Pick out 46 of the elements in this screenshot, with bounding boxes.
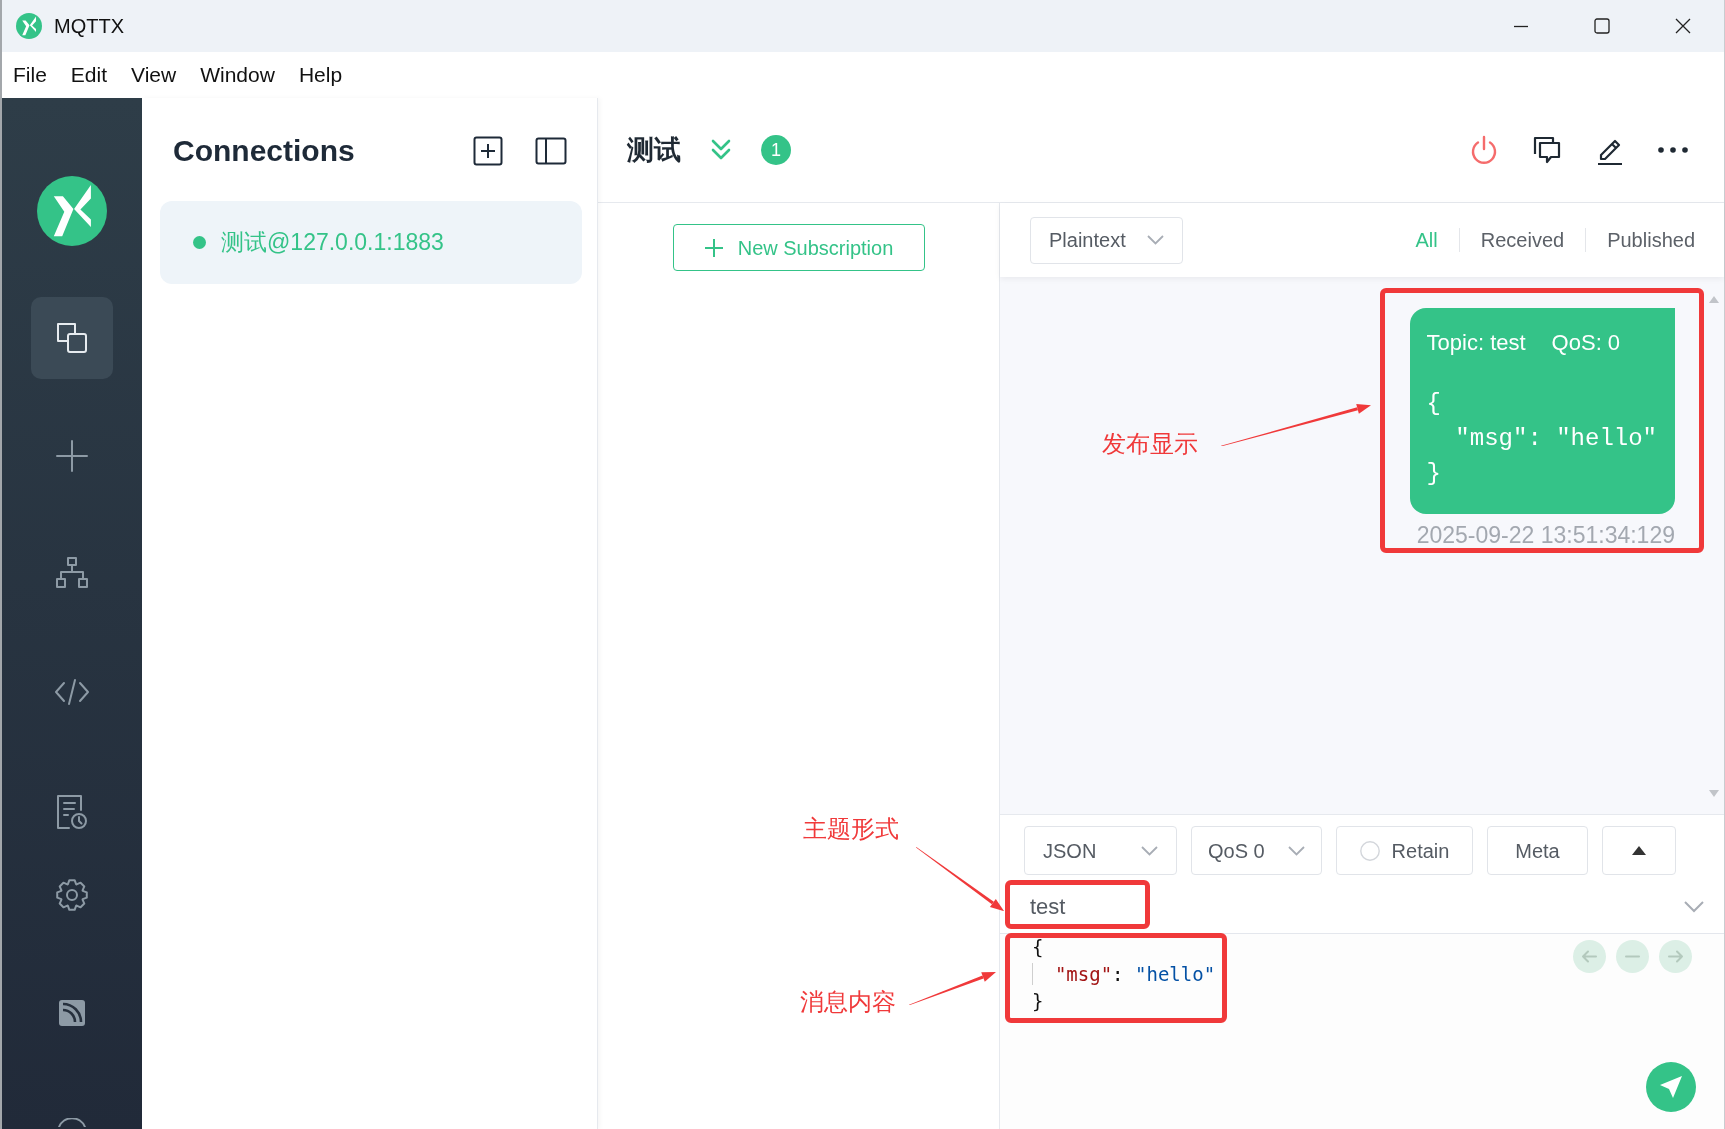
triangle-up-icon <box>1632 846 1646 855</box>
filter-tab[interactable]: Received <box>1458 228 1586 252</box>
plus-icon[interactable] <box>56 440 88 472</box>
maximize-icon[interactable] <box>1594 18 1610 34</box>
more-icon[interactable] <box>1657 146 1689 154</box>
chevron-down-icon <box>1141 845 1158 856</box>
window-title: MQTTX <box>54 14 124 39</box>
document-clock-icon[interactable] <box>54 793 90 831</box>
meta-button[interactable]: Meta <box>1487 826 1588 875</box>
message-qos: QoS: 0 <box>1551 329 1621 357</box>
format-select[interactable]: Plaintext <box>1030 216 1183 264</box>
sidebar-toggle-icon[interactable] <box>535 137 567 165</box>
menu-item[interactable]: Help <box>298 59 343 91</box>
chevron-down-icon <box>1288 845 1305 856</box>
signal-icon[interactable] <box>58 999 86 1027</box>
connection-name: 测试@127.0.0.1:1883 <box>221 228 444 258</box>
close-icon[interactable] <box>1675 18 1691 34</box>
logo-icon <box>16 13 42 39</box>
message-payload: { "msg": "hello" } <box>1426 389 1657 489</box>
menu-item[interactable]: File <box>13 59 47 91</box>
menu-item[interactable]: Edit <box>70 59 108 91</box>
topic-input[interactable]: test <box>1000 886 1684 927</box>
windows-icon <box>54 320 90 356</box>
menu-item[interactable]: Window <box>200 59 275 91</box>
count-badge: 1 <box>761 135 791 165</box>
annotation-text: 发布显示 <box>1102 429 1198 458</box>
settings-icon[interactable] <box>55 878 89 912</box>
plus-icon <box>703 237 724 258</box>
message-topic: Topic: test <box>1426 329 1526 357</box>
add-box-icon[interactable] <box>473 136 503 166</box>
annotation-text: 主题形式 <box>803 814 899 843</box>
annotation-text: 消息内容 <box>800 987 896 1016</box>
chat-bubbles-icon[interactable] <box>1531 134 1563 166</box>
logo-icon <box>37 176 107 246</box>
retain-toggle[interactable]: Retain <box>1336 826 1473 875</box>
menu-item[interactable]: View <box>131 59 177 91</box>
message-time: 2025-09-22 13:51:34:129 <box>1416 521 1675 550</box>
code-icon[interactable] <box>53 678 91 706</box>
nav-button[interactable] <box>31 297 113 379</box>
filter-tab[interactable]: Published <box>1585 228 1695 252</box>
format-select[interactable]: JSON <box>1024 826 1177 875</box>
connection-title: 测试 <box>627 133 681 167</box>
paper-plane-icon <box>1659 1075 1683 1099</box>
qos-select[interactable]: QoS 0 <box>1191 826 1322 875</box>
chevron-down-icon <box>1147 235 1164 245</box>
panel-title: Connections <box>173 133 355 169</box>
